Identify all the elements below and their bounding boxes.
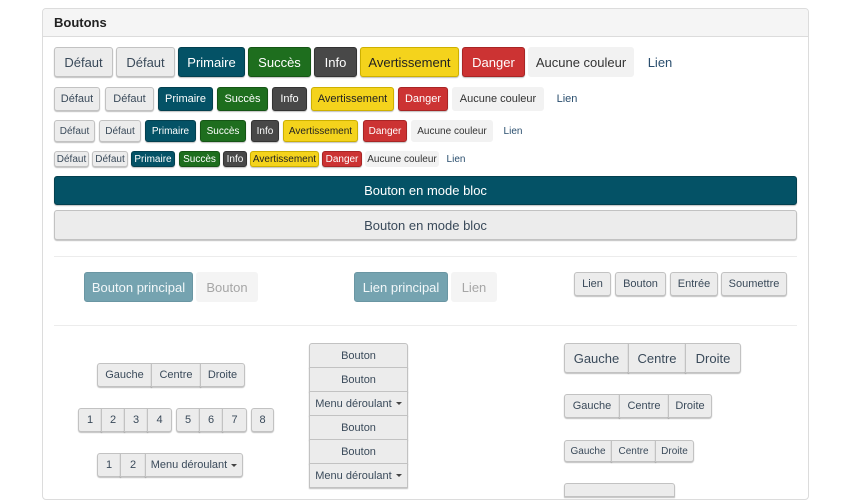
partial-button-group[interactable] [564,483,675,497]
link-button-lg[interactable]: Lien [639,47,681,77]
align-right-button-lg[interactable]: Droite [685,343,741,373]
align-left-button-sm[interactable]: Gauche [564,440,612,462]
page-1-button[interactable]: 1 [78,408,102,432]
align-right-button-sm[interactable]: Droite [655,440,694,462]
default-button-lg-2[interactable]: Défaut [116,47,175,77]
type-button-button[interactable]: Bouton [615,272,666,296]
info-button-sm[interactable]: Info [251,120,279,142]
default-button-xs[interactable]: Défaut [54,151,89,167]
primary-button-md[interactable]: Primaire [158,87,213,111]
vertical-dropdown-1[interactable]: Menu déroulant [309,391,408,416]
info-button-xs[interactable]: Info [223,151,247,167]
primary-button-xs[interactable]: Primaire [131,151,175,167]
warning-button-sm[interactable]: Avertissement [283,120,358,142]
default-button-md-2[interactable]: Défaut [105,87,154,111]
main-link-disabled[interactable]: Lien principal [354,272,448,302]
default-button-xs-2[interactable]: Défaut [92,151,128,167]
group-dropdown-button[interactable]: Menu déroulant [145,453,243,477]
page-4-button[interactable]: 4 [147,408,172,432]
no-color-button-xs[interactable]: Aucune couleur [365,151,439,167]
buttons-panel: Boutons Défaut Défaut Primaire Succès In… [42,8,809,500]
warning-button-md[interactable]: Avertissement [311,87,394,111]
caret-down-icon [395,474,402,477]
group-2-button[interactable]: 2 [120,453,146,477]
default-button-lg[interactable]: Défaut [54,47,113,77]
vertical-dropdown-label: Menu déroulant [315,469,392,482]
align-center-button-lg[interactable]: Centre [628,343,686,373]
info-button-lg[interactable]: Info [314,47,357,77]
vertical-button-3[interactable]: Bouton [309,415,408,440]
link-disabled[interactable]: Lien [451,272,497,302]
align-center-button[interactable]: Centre [151,363,201,387]
primary-button-lg[interactable]: Primaire [178,47,245,77]
page-6-button[interactable]: 6 [199,408,223,432]
success-button-md[interactable]: Succès [217,87,268,111]
group-dropdown-label: Menu déroulant [150,459,228,471]
vertical-button-1[interactable]: Bouton [309,343,408,368]
align-center-button-md[interactable]: Centre [619,394,669,418]
link-button-xs[interactable]: Lien [441,151,471,167]
no-color-button-md[interactable]: Aucune couleur [452,87,544,111]
block-primary-button[interactable]: Bouton en mode bloc [54,176,797,205]
no-color-button-sm[interactable]: Aucune couleur [411,120,493,142]
success-button-sm[interactable]: Succès [200,120,246,142]
info-button-md[interactable]: Info [272,87,307,111]
main-button-disabled[interactable]: Bouton principal [84,272,193,302]
group-1-button[interactable]: 1 [97,453,121,477]
vertical-dropdown-2[interactable]: Menu déroulant [309,463,408,488]
align-left-button-lg[interactable]: Gauche [564,343,629,373]
divider [54,325,797,326]
default-button-sm[interactable]: Défaut [54,120,95,142]
no-color-button-lg[interactable]: Aucune couleur [528,47,634,77]
caret-down-icon [395,402,402,405]
success-button-xs[interactable]: Succès [179,151,220,167]
danger-button-md[interactable]: Danger [398,87,448,111]
warning-button-xs[interactable]: Avertissement [250,151,319,167]
type-link-button[interactable]: Lien [574,272,611,296]
align-left-button[interactable]: Gauche [97,363,152,387]
page-3-button[interactable]: 3 [124,408,148,432]
danger-button-lg[interactable]: Danger [462,47,525,77]
button-disabled[interactable]: Bouton [196,272,258,302]
panel-title: Boutons [43,9,808,37]
align-right-button-md[interactable]: Droite [668,394,712,418]
page-8-button[interactable]: 8 [251,408,274,432]
page-2-button[interactable]: 2 [101,408,125,432]
link-button-sm[interactable]: Lien [497,120,529,142]
primary-button-sm[interactable]: Primaire [145,120,196,142]
danger-button-sm[interactable]: Danger [363,120,407,142]
vertical-button-4[interactable]: Bouton [309,439,408,464]
vertical-dropdown-label: Menu déroulant [315,397,392,410]
type-submit-button[interactable]: Soumettre [721,272,787,296]
danger-button-xs[interactable]: Danger [322,151,362,167]
page-7-button[interactable]: 7 [222,408,247,432]
divider [54,256,797,257]
block-default-button[interactable]: Bouton en mode bloc [54,210,797,240]
align-right-button[interactable]: Droite [200,363,245,387]
default-button-sm-2[interactable]: Défaut [99,120,141,142]
default-button-md[interactable]: Défaut [54,87,100,111]
page-5-button[interactable]: 5 [176,408,200,432]
warning-button-lg[interactable]: Avertissement [360,47,459,77]
caret-down-icon [231,463,238,467]
vertical-button-2[interactable]: Bouton [309,367,408,392]
align-center-button-sm[interactable]: Centre [611,440,656,462]
success-button-lg[interactable]: Succès [248,47,311,77]
type-input-button[interactable]: Entrée [670,272,718,296]
link-button-md[interactable]: Lien [548,87,586,111]
align-left-button-md[interactable]: Gauche [564,394,620,418]
